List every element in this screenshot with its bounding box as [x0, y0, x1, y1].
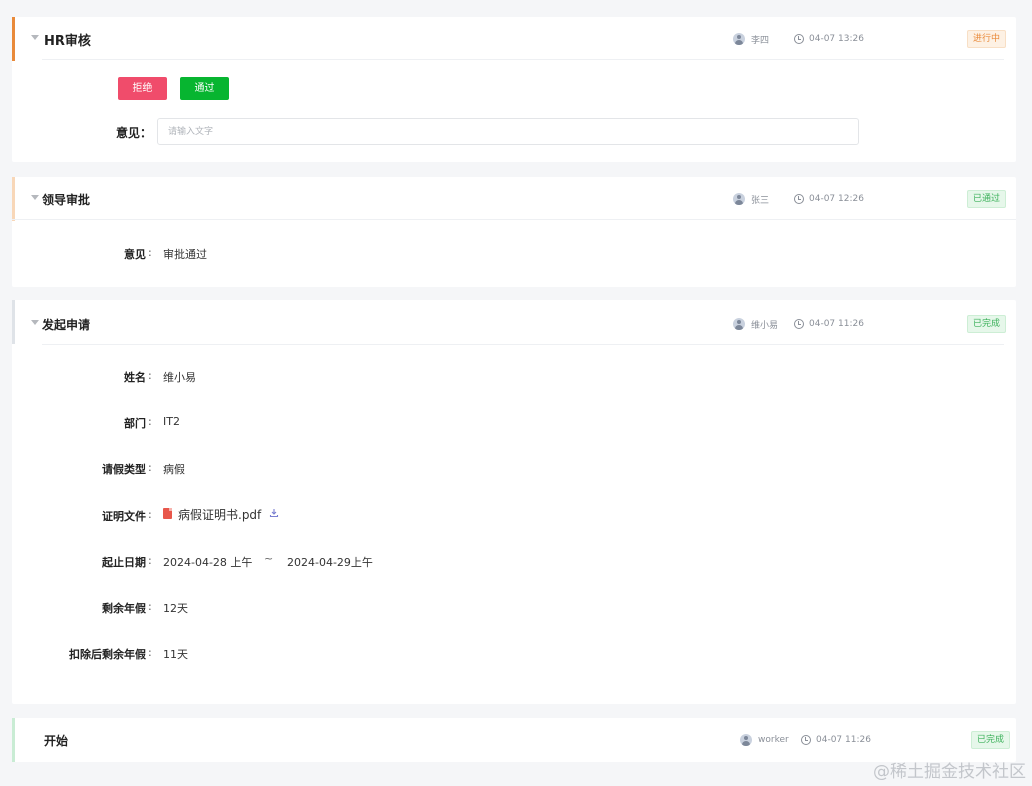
application-header[interactable]: 发起申请 维小易 04-07 11:26 已完成 [12, 300, 1016, 344]
header-divider [42, 59, 1004, 60]
hr-review-time-text: 04-07 13:26 [809, 34, 864, 44]
leader-approval-title: 领导审批 [42, 193, 91, 207]
field-label-remaining-after: 扣除后剩余年假 [69, 648, 146, 661]
colon: : [148, 646, 152, 659]
leader-approval-header[interactable]: 领导审批 张三 04-07 12:26 已通过 [12, 177, 1016, 221]
clock-icon [801, 735, 811, 745]
leader-approval-time-text: 04-07 12:26 [809, 194, 864, 204]
opinion-label: 意见： [115, 126, 152, 140]
colon: : [148, 461, 152, 474]
colon: : [148, 415, 152, 428]
pdf-file-icon [163, 508, 172, 519]
caret-down-icon[interactable] [31, 320, 39, 325]
status-badge: 已通过 [967, 190, 1007, 208]
field-value-name: 维小易 [163, 371, 196, 384]
field-value-remaining-after: 11天 [163, 648, 188, 661]
start-title: 开始 [44, 734, 69, 748]
field-label-leave-type: 请假类型 [102, 463, 146, 476]
application-title: 发起申请 [42, 318, 91, 332]
hr-review-time: 04-07 13:26 [794, 32, 864, 46]
start-time: 04-07 11:26 [801, 733, 871, 747]
watermark: @稀土掘金技术社区 [873, 762, 1026, 782]
status-badge: 已完成 [967, 315, 1007, 333]
colon: : [148, 600, 152, 613]
clock-icon [794, 319, 804, 329]
field-label-name: 姓名 [124, 371, 146, 384]
caret-down-icon[interactable] [31, 195, 39, 200]
leader-approval-time: 04-07 12:26 [794, 192, 864, 206]
avatar-icon [740, 734, 752, 746]
application-time: 04-07 11:26 [794, 317, 864, 331]
opinion-input[interactable] [157, 118, 859, 145]
field-value-leave-type: 病假 [163, 463, 185, 476]
field-value-remaining-leave: 12天 [163, 602, 188, 615]
leader-approval-card: 领导审批 张三 04-07 12:26 已通过 意见 : 审批通过 [12, 177, 1016, 287]
proof-file-link[interactable]: 病假证明书.pdf [178, 506, 261, 523]
caret-down-icon[interactable] [31, 35, 39, 40]
pass-button[interactable]: 通过 [180, 77, 229, 100]
application-time-text: 04-07 11:26 [809, 319, 864, 329]
hr-review-card: HR审核 李四 04-07 13:26 进行中 拒绝 通过 意见： [12, 17, 1016, 162]
application-card: 发起申请 维小易 04-07 11:26 已完成 姓名 : 维小易 部门 : I… [12, 300, 1016, 704]
start-card: 开始 worker 04-07 11:26 已完成 [12, 718, 1016, 762]
opinion-value: 审批通过 [163, 248, 207, 261]
start-time-text: 04-07 11:26 [816, 735, 871, 745]
hr-review-user-name: 李四 [751, 35, 770, 46]
application-user-name: 维小易 [751, 320, 779, 331]
start-header[interactable]: 开始 worker 04-07 11:26 已完成 [12, 718, 1016, 762]
colon: : [148, 246, 152, 259]
status-badge: 进行中 [967, 30, 1007, 48]
application-user: 维小易 [733, 317, 778, 331]
colon: : [148, 369, 152, 382]
field-label-date-range: 起止日期 [102, 556, 146, 569]
date-range-start: 2024-04-28 上午 [163, 556, 253, 569]
avatar-icon [733, 33, 745, 45]
avatar-icon [733, 193, 745, 205]
start-user: worker [740, 733, 789, 747]
field-label-proof-file: 证明文件 [102, 510, 146, 523]
header-divider [12, 219, 1016, 220]
avatar-icon [733, 318, 745, 330]
status-badge: 已完成 [971, 731, 1011, 749]
date-range-end: 2024-04-29上午 [287, 556, 373, 569]
colon: : [148, 554, 152, 567]
hr-review-header[interactable]: HR审核 李四 04-07 13:26 进行中 [12, 17, 1016, 61]
start-user-name: worker [758, 735, 789, 745]
clock-icon [794, 34, 804, 44]
header-divider [42, 344, 1004, 345]
colon: : [148, 508, 152, 521]
clock-icon [794, 194, 804, 204]
reject-button[interactable]: 拒绝 [118, 77, 167, 100]
leader-approval-user-name: 张三 [751, 195, 770, 206]
hr-review-user: 李四 [733, 32, 769, 46]
field-label-remaining-leave: 剩余年假 [102, 602, 146, 615]
download-icon[interactable] [269, 508, 279, 518]
field-label-department: 部门 [124, 417, 146, 430]
opinion-label: 意见 [124, 248, 146, 261]
date-range-separator: ~ [264, 552, 274, 565]
field-value-department: IT2 [163, 415, 180, 428]
leader-approval-user: 张三 [733, 192, 769, 206]
hr-review-title: HR审核 [44, 34, 91, 49]
